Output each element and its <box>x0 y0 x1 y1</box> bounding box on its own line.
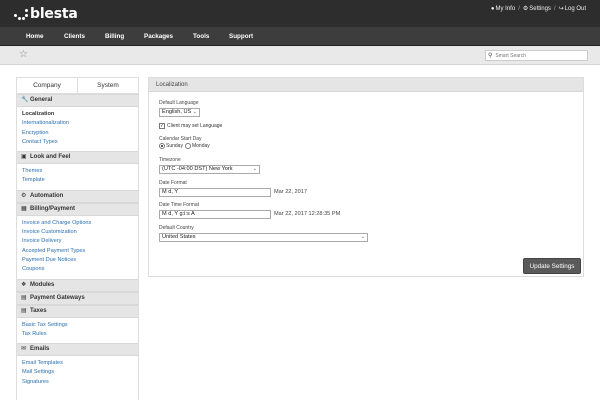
smart-search[interactable]: ⚲ <box>485 50 588 61</box>
main-nav: Home Clients Billing Packages Tools Supp… <box>0 27 600 46</box>
sign-out-icon: ↪ <box>558 6 564 12</box>
sunday-radio[interactable] <box>159 143 165 149</box>
sidebar-item-email-templates[interactable]: Email Templates <box>22 359 138 368</box>
calendar-start-label: Calendar Start Day <box>159 136 202 142</box>
nav-home[interactable]: Home <box>26 27 44 46</box>
nav-support[interactable]: Support <box>229 27 253 46</box>
sidebar-item-tax-rules[interactable]: Tax Rules <box>22 330 138 339</box>
sidebar-item-localization[interactable]: Localization <box>22 110 138 119</box>
sidebar-heading-taxes[interactable]: ▤ Taxes <box>17 304 138 318</box>
nav-clients[interactable]: Clients <box>64 27 85 46</box>
chevron-down-icon: ⌄ <box>252 166 257 172</box>
top-header: blesta ● My Info / ⚙ Settings / ↪ Log Ou… <box>0 0 600 27</box>
datetime-format-preview: Mar 22, 2017 12:28:35 PM <box>274 211 341 217</box>
monday-label: Monday <box>191 143 210 149</box>
sidebar-item-themes[interactable]: Themes <box>22 167 138 176</box>
localization-panel: Localization Default Language English, U… <box>148 77 584 277</box>
date-format-preview: Mar 22, 2017 <box>274 189 307 195</box>
monday-radio[interactable] <box>184 143 191 149</box>
nav-packages[interactable]: Packages <box>144 27 173 46</box>
calendar-start-radios: Sunday Monday <box>159 143 210 149</box>
datetime-format-label: Date Time Format <box>159 202 200 208</box>
date-format-label: Date Format <box>159 180 187 186</box>
sidebar-heading-billing-payment[interactable]: ▦ Billing/Payment <box>17 202 138 216</box>
puzzle-icon: ❖ <box>21 281 27 288</box>
sidebar-section-emails: ✉ Emails Email Templates Mail Settings Si… <box>17 343 138 391</box>
log-out-link[interactable]: ↪ Log Out <box>558 5 586 13</box>
gear-icon: ⚙ <box>21 192 27 199</box>
panel-title: Localization <box>149 78 583 92</box>
sidebar-item-payment-due-notices[interactable]: Payment Due Notices <box>22 256 138 265</box>
sidebar-item-mail-settings[interactable]: Mail Settings <box>22 368 138 377</box>
settings-link[interactable]: ⚙ Settings <box>522 5 551 13</box>
client-language-checkbox[interactable]: ✓ <box>159 123 165 129</box>
default-language-label: Default Language <box>159 100 199 106</box>
separator: / <box>518 5 520 12</box>
sidebar-heading-look-and-feel[interactable]: ▣ Look and Feel <box>17 151 138 165</box>
separator: / <box>553 5 556 12</box>
sidebar-item-template[interactable]: Template <box>22 176 138 185</box>
update-settings-button[interactable]: Update Settings <box>523 258 581 274</box>
sidebar-item-invoice-customization[interactable]: Invoice Customization <box>22 228 138 237</box>
nav-tools[interactable]: Tools <box>193 27 209 46</box>
sidebar-heading-automation[interactable]: ⚙ Automation <box>17 189 138 203</box>
sidebar-item-internationalization[interactable]: Internationalization <box>22 119 138 128</box>
star-icon[interactable]: ☆ <box>19 49 28 60</box>
sidebar-tabs: Company System <box>17 78 138 94</box>
sidebar-item-invoice-charge-options[interactable]: Invoice and Charge Options <box>22 219 138 228</box>
blesta-logo[interactable]: blesta <box>14 6 78 22</box>
tab-system[interactable]: System <box>78 78 138 93</box>
monitor-icon: ▣ <box>21 154 27 161</box>
timezone-select[interactable]: (UTC -04:00 DST) New York ⌄ <box>159 165 260 174</box>
gear-icon: ⚙ <box>522 6 529 12</box>
sidebar-heading-emails[interactable]: ✉ Emails <box>17 343 138 357</box>
timezone-label: Timezone <box>159 157 181 163</box>
default-country-label: Default Country <box>159 225 194 231</box>
sunday-label: Sunday <box>166 143 183 149</box>
sidebar-item-accepted-payment-types[interactable]: Accepted Payment Types <box>22 247 138 256</box>
sidebar-item-basic-tax-settings[interactable]: Basic Tax Settings <box>22 321 138 330</box>
datetime-format-input[interactable]: M d, Y g:i:s A <box>159 210 271 219</box>
client-language-label: Client may set Language <box>167 123 223 129</box>
sub-toolbar: ☆ ⚲ <box>0 46 600 65</box>
sidebar-item-encryption[interactable]: Encryption <box>22 129 138 138</box>
sidebar-item-contact-types[interactable]: Contact Types <box>22 138 138 147</box>
wrench-icon: 🔧 <box>21 97 29 103</box>
tab-company[interactable]: Company <box>17 78 78 93</box>
sidebar-heading-payment-gateways[interactable]: ▤ Payment Gateways <box>17 291 138 305</box>
sidebar-item-invoice-delivery[interactable]: Invoice Delivery <box>22 237 138 246</box>
sidebar-section-taxes: ▤ Taxes Basic Tax Settings Tax Rules <box>17 304 138 344</box>
sidebar-section-payment-gateways: ▤ Payment Gateways <box>17 291 138 305</box>
user-icon: ● <box>490 5 495 12</box>
sidebar-item-signatures[interactable]: Signatures <box>22 378 138 387</box>
search-input[interactable] <box>495 52 586 59</box>
sidebar-section-billing-payment: ▦ Billing/Payment Invoice and Charge Opti… <box>17 202 138 279</box>
default-country-select[interactable]: United States ⌄ <box>159 233 368 242</box>
money-icon: ▦ <box>21 205 27 212</box>
sidebar-section-automation: ⚙ Automation <box>17 189 138 203</box>
account-links: ● My Info / ⚙ Settings / ↪ Log Out <box>491 5 586 13</box>
chevron-down-icon: ⌄ <box>360 234 365 240</box>
nav-billing[interactable]: Billing <box>105 27 124 46</box>
sidebar-section-look-and-feel: ▣ Look and Feel Themes Template <box>17 151 138 190</box>
settings-sidebar: Company System 🔧 General Localization Int… <box>16 77 139 400</box>
sidebar-item-coupons[interactable]: Coupons <box>22 265 138 274</box>
sidebar-section-modules: ❖ Modules <box>17 278 138 292</box>
my-info-link[interactable]: ● My Info <box>491 6 515 12</box>
document-icon: ▤ <box>21 307 27 314</box>
chevron-down-icon: ⌄ <box>192 109 197 115</box>
date-format-input[interactable]: M d, Y <box>159 188 271 197</box>
logo-mark-icon <box>14 8 28 20</box>
client-language-checkbox-row[interactable]: ✓ Client may set Language <box>159 123 222 129</box>
card-icon: ▤ <box>21 294 27 301</box>
sidebar-section-general: 🔧 General Localization Internationalizati… <box>17 94 138 151</box>
search-icon: ⚲ <box>488 53 493 59</box>
sidebar-heading-modules[interactable]: ❖ Modules <box>17 278 138 292</box>
envelope-icon: ✉ <box>21 346 27 353</box>
default-language-select[interactable]: English, US ⌄ <box>159 108 200 117</box>
sidebar-heading-general[interactable]: 🔧 General <box>17 94 138 107</box>
logo-text: blesta <box>30 6 78 22</box>
